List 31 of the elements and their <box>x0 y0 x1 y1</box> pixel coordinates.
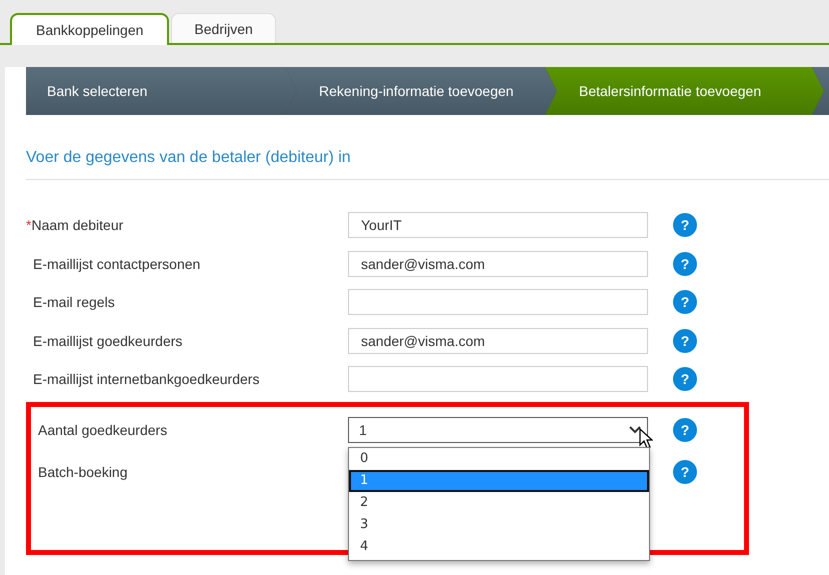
help-icon[interactable]: ? <box>673 290 697 314</box>
field-label: E-maillijst contactpersonen <box>32 256 202 272</box>
help-icon[interactable]: ? <box>673 460 697 484</box>
field-label: E-mail regels <box>32 294 116 310</box>
input-field[interactable] <box>348 366 648 392</box>
input-field[interactable]: sander@visma.com <box>348 250 648 277</box>
field-label: *Naam debiteur <box>26 217 124 233</box>
dropdown-option[interactable]: 2 <box>349 492 649 514</box>
section-heading: Voer de gegevens van de betaler (debiteur) in <box>26 149 829 180</box>
dropdown-option[interactable]: 3 <box>349 514 649 536</box>
wizard-step[interactable]: Bank selecteren <box>26 67 297 115</box>
field-label: Aantal goedkeurders <box>37 422 168 438</box>
input-field[interactable] <box>348 289 648 316</box>
help-icon[interactable]: ? <box>673 252 697 276</box>
help-icon[interactable]: ? <box>673 328 697 353</box>
help-icon[interactable]: ? <box>673 367 697 392</box>
dropdown-option[interactable]: 0 <box>349 448 649 470</box>
field-label: E-maillijst internetbankgoedkeurders <box>32 371 260 388</box>
wizard-step[interactable]: Rekening-informatie toevoegen <box>285 67 557 115</box>
tab[interactable]: Bedrijven <box>171 13 276 43</box>
help-icon[interactable]: ? <box>673 213 697 237</box>
dropdown-option[interactable]: 1 <box>349 470 649 492</box>
field-label: E-maillijst goedkeurders <box>32 332 184 349</box>
field-label: Batch-boeking <box>37 464 129 480</box>
input-field[interactable]: sander@visma.com <box>348 328 648 354</box>
input-field[interactable]: YourIT <box>348 212 648 238</box>
help-icon[interactable]: ? <box>673 418 697 442</box>
tab[interactable]: Bankkoppelingen <box>10 13 170 45</box>
dropdown-option[interactable]: 4 <box>349 536 649 558</box>
chevron-down-icon <box>629 426 641 434</box>
wizard-step[interactable]: Betalersinformatie toevoegen <box>545 67 824 115</box>
